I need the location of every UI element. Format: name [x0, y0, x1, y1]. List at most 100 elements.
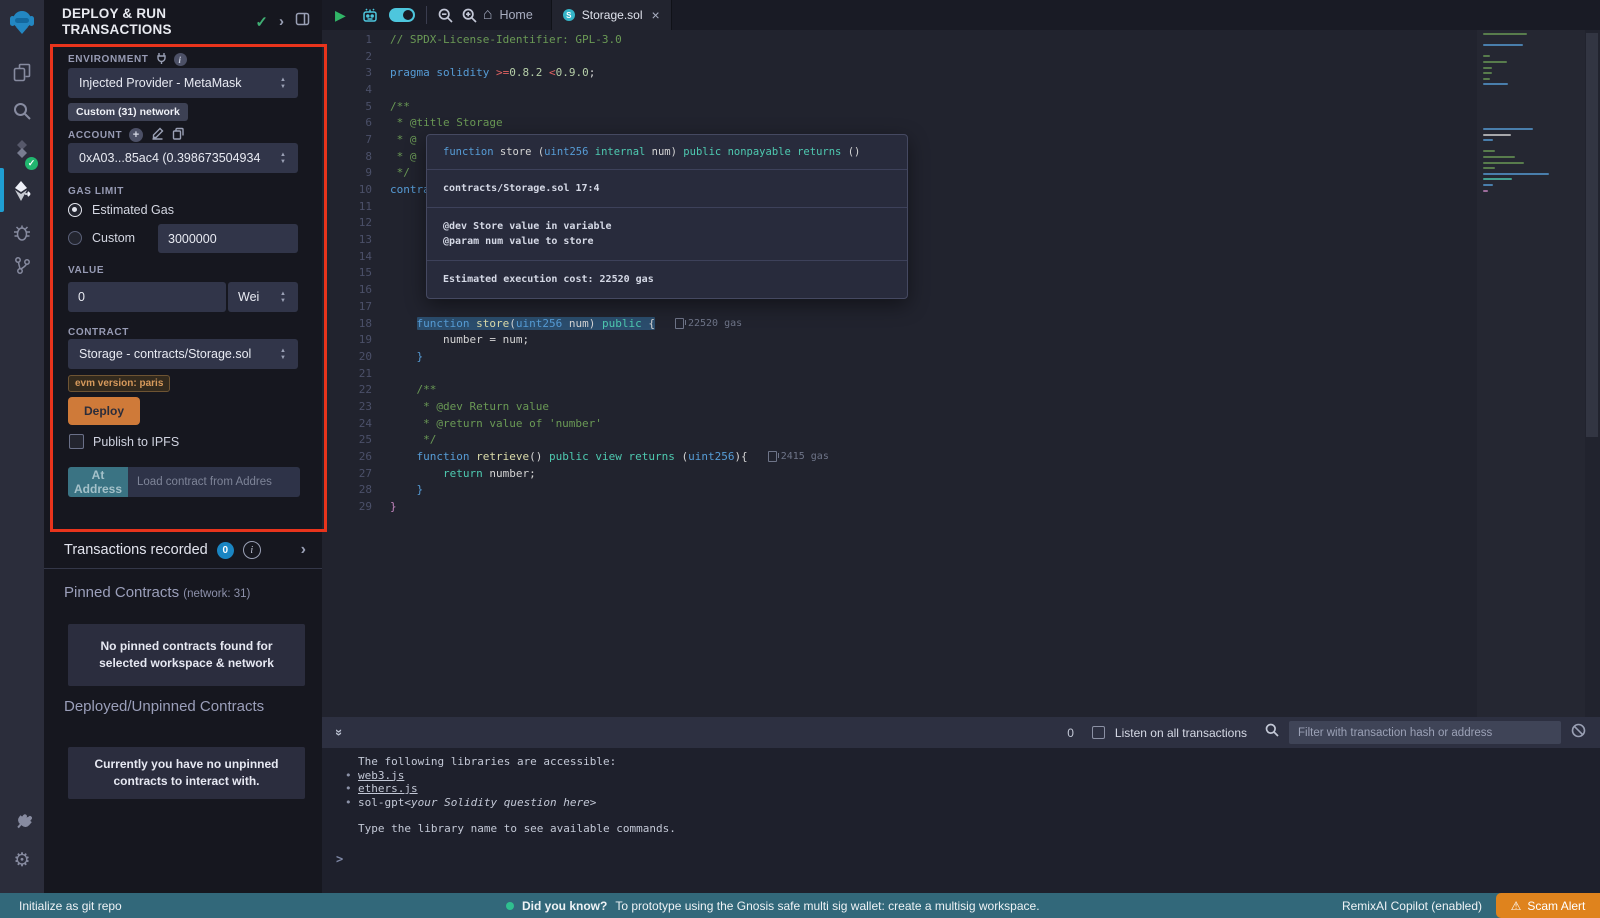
code-line[interactable]: 17 — [322, 298, 829, 315]
network-badge: Custom (31) network — [68, 103, 188, 121]
panel-pin-icon[interactable] — [295, 12, 310, 31]
code-line[interactable]: 3pragma solidity >=0.8.2 <0.9.0; — [322, 64, 829, 81]
account-select[interactable]: 0xA03...85ac4 (0.398673504934 — [68, 143, 298, 173]
library-item: •sol-gpt <your Solidity question here> — [358, 796, 676, 810]
contract-select[interactable]: Storage - contracts/Storage.sol — [68, 339, 298, 369]
contract-label: CONTRACT — [68, 327, 129, 338]
publish-ipfs-option[interactable]: Publish to IPFS — [69, 434, 179, 449]
minimap[interactable] — [1477, 30, 1585, 717]
code-text: * @dev Return value — [390, 400, 549, 413]
minimap-line — [1483, 134, 1511, 136]
line-number: 29 — [322, 500, 390, 513]
sidebar-item-search[interactable] — [0, 94, 44, 128]
code-line[interactable]: 23 * @dev Return value — [322, 398, 829, 415]
terminal-output: The following libraries are accessible: … — [358, 755, 676, 836]
code-line[interactable]: 2 — [322, 48, 829, 65]
minimap-line — [1483, 72, 1492, 74]
code-line[interactable]: 28 } — [322, 482, 829, 499]
sidebar-item-git[interactable] — [0, 248, 44, 282]
sidebar-item-file-explorer[interactable] — [0, 55, 44, 89]
code-line[interactable]: 29} — [322, 498, 829, 515]
code-line[interactable]: 19 number = num; — [322, 331, 829, 348]
clear-console-icon[interactable] — [1571, 723, 1586, 743]
code-line[interactable]: 18 function store(uint256 num) public {2… — [322, 315, 829, 332]
custom-gas-input[interactable] — [158, 224, 298, 253]
add-account-icon[interactable]: + — [129, 128, 143, 142]
terminal-prompt[interactable]: > — [336, 852, 343, 866]
estimated-gas-option[interactable]: Estimated Gas — [68, 203, 174, 217]
terminal-collapse-icon[interactable]: » — [332, 729, 347, 736]
run-script-icon[interactable]: ▶ — [335, 0, 346, 30]
transaction-filter-input[interactable] — [1289, 721, 1561, 744]
zoom-out-icon[interactable] — [438, 0, 453, 30]
environment-select[interactable]: Injected Provider - MetaMask — [68, 68, 298, 98]
environment-info-icon[interactable]: i — [174, 53, 187, 66]
library-name[interactable]: ethers.js — [358, 782, 418, 796]
line-number: 8 — [322, 150, 390, 163]
code-line[interactable]: 4 — [322, 81, 829, 98]
deploy-button[interactable]: Deploy — [68, 397, 140, 425]
code-line[interactable]: 26 function retrieve() public view retur… — [322, 448, 829, 465]
tooltip-location: contracts/Storage.sol 17:4 — [427, 169, 907, 207]
pinned-contracts-network: (network: 31) — [183, 588, 250, 600]
minimap-line — [1483, 167, 1495, 169]
zoom-in-icon[interactable] — [462, 0, 477, 30]
publish-ipfs-checkbox[interactable] — [69, 434, 84, 449]
at-address-row: At Address — [68, 467, 298, 497]
editor-scrollbar[interactable] — [1586, 33, 1598, 437]
custom-gas-radio[interactable] — [68, 231, 82, 245]
minimap-line — [1483, 50, 1487, 52]
terminal[interactable]: The following libraries are accessible: … — [322, 748, 1600, 893]
library-name[interactable]: web3.js — [358, 769, 404, 783]
code-line[interactable]: 27 return number; — [322, 465, 829, 482]
transactions-info-icon[interactable]: i — [243, 541, 261, 559]
copilot-toggle[interactable] — [389, 8, 415, 22]
scam-alert-button[interactable]: ⚠ Scam Alert — [1496, 893, 1600, 918]
panel-collapse-icon[interactable]: › — [279, 13, 284, 30]
line-number: 24 — [322, 417, 390, 430]
sidebar-item-deploy-run[interactable] — [0, 174, 44, 208]
tooltip-docs: @dev Store value in variable@param num v… — [427, 207, 907, 260]
remix-logo-icon[interactable] — [0, 5, 44, 39]
sidebar-item-settings[interactable]: ⚙ — [0, 843, 44, 877]
sidebar-item-plugin-manager[interactable] — [0, 804, 44, 838]
code-line[interactable]: 21 — [322, 365, 829, 382]
library-item: •web3.js — [358, 769, 676, 783]
tab-close-icon[interactable]: × — [652, 7, 660, 23]
copy-account-icon[interactable] — [172, 127, 184, 143]
code-line[interactable]: 1// SPDX-License-Identifier: GPL-3.0 — [322, 31, 829, 48]
code-line[interactable]: 25 */ — [322, 432, 829, 449]
icon-rail: ✓ ⚙ — [0, 0, 44, 893]
sidebar-item-solidity-compiler[interactable]: ✓ — [0, 134, 44, 168]
value-input[interactable] — [68, 282, 226, 312]
sign-message-icon[interactable] — [151, 127, 164, 143]
publish-ipfs-label: Publish to IPFS — [93, 435, 179, 449]
plug-icon[interactable] — [156, 52, 167, 67]
terminal-hint: Type the library name to see available c… — [358, 822, 676, 836]
code-editor[interactable]: 1// SPDX-License-Identifier: GPL-3.023pr… — [322, 30, 1600, 717]
transactions-recorded-row[interactable]: Transactions recorded 0 i › — [44, 532, 322, 569]
at-address-input[interactable] — [128, 467, 300, 497]
sidebar-item-debugger[interactable] — [0, 216, 44, 250]
at-address-button[interactable]: At Address — [68, 467, 128, 497]
line-number: 13 — [322, 233, 390, 246]
main-area: ▶ ⌂ Home S Storage.sol × 1// SPD — [322, 0, 1600, 893]
git-init-button[interactable]: Initialize as git repo — [19, 893, 122, 918]
code-line[interactable]: 22 /** — [322, 381, 829, 398]
did-you-know-tip: Did you know? To prototype using the Gno… — [506, 893, 1040, 918]
listen-transactions-checkbox[interactable] — [1092, 726, 1105, 739]
tab-storage-sol[interactable]: S Storage.sol × — [551, 0, 672, 30]
custom-gas-option[interactable]: Custom — [68, 231, 135, 245]
remixai-robot-icon[interactable] — [361, 0, 379, 30]
transactions-expand-icon[interactable]: › — [301, 541, 306, 559]
home-tab[interactable]: ⌂ Home — [483, 7, 533, 23]
copilot-status[interactable]: RemixAI Copilot (enabled) — [1342, 893, 1482, 918]
estimated-gas-radio[interactable] — [68, 203, 82, 217]
code-line[interactable]: 20 } — [322, 348, 829, 365]
code-line[interactable]: 6 * @title Storage — [322, 114, 829, 131]
code-line[interactable]: 24 * @return value of 'number' — [322, 415, 829, 432]
line-number: 6 — [322, 116, 390, 129]
pinned-contracts-title: Pinned Contracts (network: 31) — [64, 584, 250, 601]
code-line[interactable]: 5/** — [322, 98, 829, 115]
value-unit-select[interactable]: Wei — [228, 282, 298, 312]
